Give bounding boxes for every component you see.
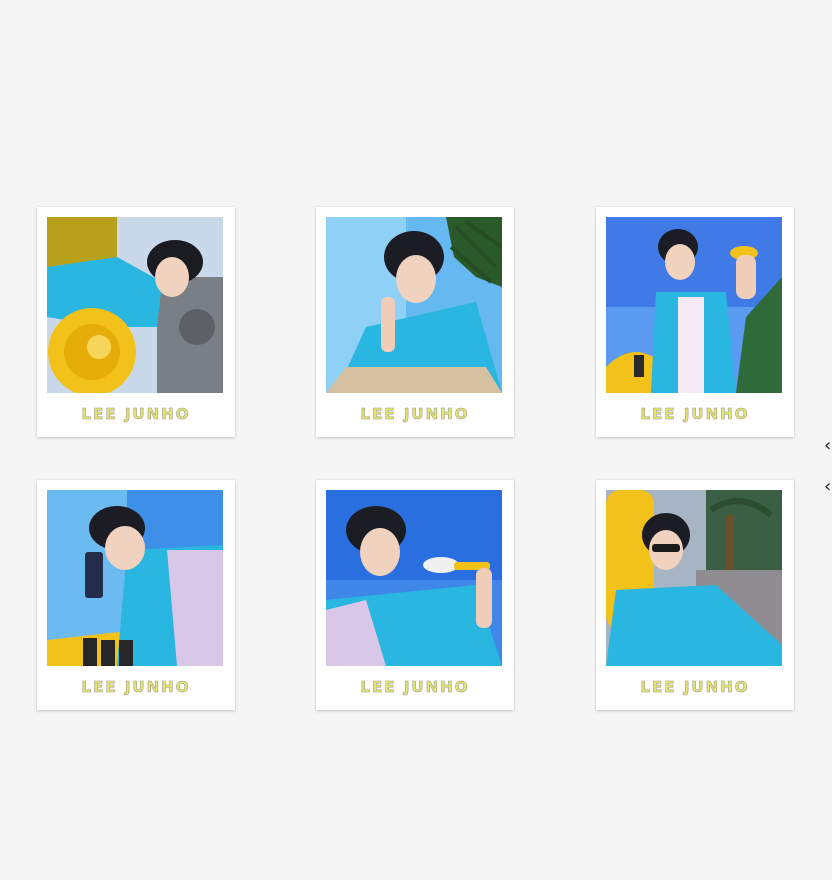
- photocard-1-caption: LEE JUNHO: [81, 405, 191, 424]
- photocard-5[interactable]: LEE JUNHO: [316, 480, 514, 710]
- photocard-2[interactable]: LEE JUNHO: [316, 207, 514, 437]
- photocard-6-image: [606, 490, 782, 666]
- photocard-grid: LEE JUNHO LEE JUNHO LEE JUNHO LEE JUNHO …: [0, 0, 832, 880]
- photocard-3[interactable]: LEE JUNHO: [596, 207, 794, 437]
- photocard-2-caption: LEE JUNHO: [360, 405, 470, 424]
- chevron-left-icon[interactable]: ‹: [824, 478, 832, 496]
- photocard-2-image: [326, 217, 502, 393]
- photocard-3-image: [606, 217, 782, 393]
- photocard-1[interactable]: LEE JUNHO: [37, 207, 235, 437]
- photocard-6[interactable]: LEE JUNHO: [596, 480, 794, 710]
- photocard-5-caption: LEE JUNHO: [360, 678, 470, 697]
- chevron-left-icon[interactable]: ‹: [824, 437, 832, 455]
- photocard-4-caption: LEE JUNHO: [81, 678, 191, 697]
- photocard-4[interactable]: LEE JUNHO: [37, 480, 235, 710]
- photocard-4-image: [47, 490, 223, 666]
- photocard-1-image: [47, 217, 223, 393]
- photocard-6-caption: LEE JUNHO: [640, 678, 750, 697]
- photocard-5-image: [326, 490, 502, 666]
- photocard-3-caption: LEE JUNHO: [640, 405, 750, 424]
